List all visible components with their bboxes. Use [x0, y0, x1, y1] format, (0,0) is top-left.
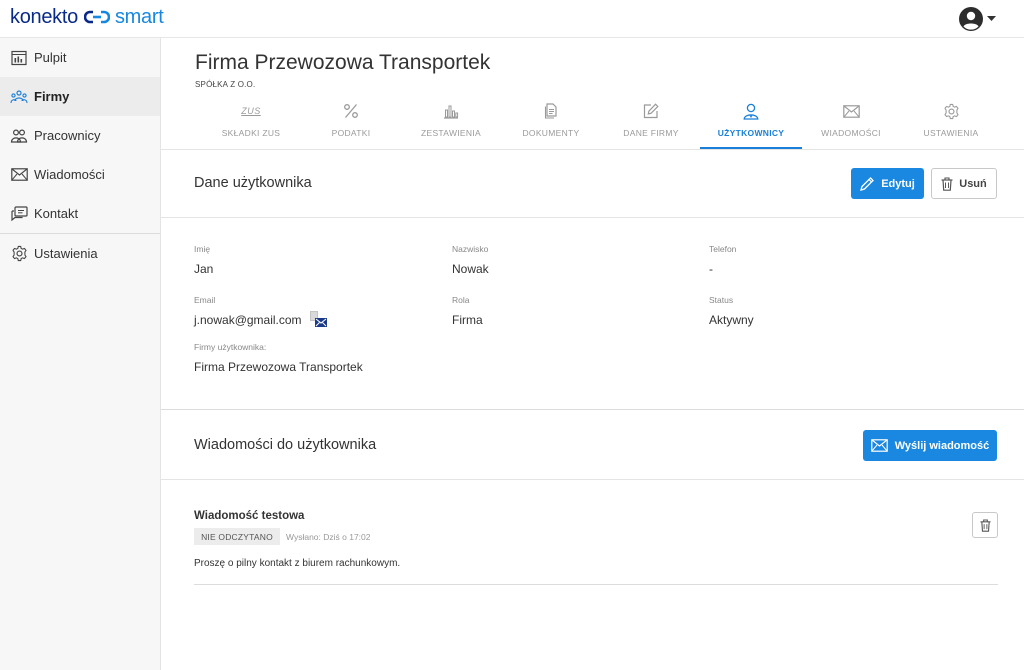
edit-icon — [643, 100, 659, 122]
gear-icon — [10, 245, 28, 263]
field-email: Email j.nowak@gmail.com — [194, 295, 328, 329]
messages-section-header: Wiadomości do użytkownika Wyślij wiadomo… — [161, 412, 1024, 480]
trash-icon — [941, 176, 953, 191]
field-status: Status Aktywny — [709, 295, 754, 327]
delete-message-button[interactable] — [972, 512, 998, 538]
tab-wiadomosci[interactable]: WIADOMOŚCI — [801, 100, 901, 149]
tab-zestawienia[interactable]: ZESTAWIENIA — [401, 100, 501, 149]
sidebar-item-ustawienia[interactable]: Ustawienia — [0, 234, 160, 273]
app-logo[interactable]: konekto smart — [10, 5, 164, 29]
trash-icon — [979, 518, 991, 532]
pencil-icon — [860, 176, 875, 191]
bar-chart-icon — [443, 100, 459, 122]
gear-icon — [943, 100, 960, 122]
tab-dane-firmy[interactable]: DANE FIRMY — [601, 100, 701, 149]
user-avatar-icon — [959, 7, 983, 31]
link-icon — [83, 10, 110, 24]
user-icon — [743, 100, 759, 122]
sidebar-item-label: Pracownicy — [34, 128, 101, 143]
user-section-header: Dane użytkownika Edytuj Usuń — [161, 150, 1024, 218]
message-sent-time: Wysłano: Dziś o 17:02 — [286, 532, 371, 542]
delete-button-label: Usuń — [959, 177, 987, 190]
field-first-name: Imię Jan — [194, 244, 214, 276]
company-tabs: ZUS SKŁADKI ZUS PODATKI ZESTAWIENIA DOKU… — [201, 100, 1001, 149]
message-title: Wiadomość testowa — [194, 510, 305, 522]
field-role: Rola Firma — [452, 295, 483, 327]
logo-text-smart: smart — [114, 5, 164, 28]
sidebar-item-label: Kontakt — [34, 206, 79, 221]
edit-button-label: Edytuj — [881, 177, 915, 190]
user-section-title: Dane użytkownika — [194, 175, 312, 191]
field-last-name: Nazwisko Nowak — [452, 244, 489, 276]
send-message-button[interactable]: Wyślij wiadomość — [863, 430, 997, 461]
envelope-icon — [870, 439, 888, 452]
sidebar-item-kontakt[interactable]: Kontakt — [0, 194, 160, 233]
field-phone: Telefon - — [709, 244, 737, 276]
tab-dokumenty[interactable]: DOKUMENTY — [501, 100, 601, 149]
sidebar-item-label: Firmy — [34, 89, 70, 104]
top-bar: konekto smart — [0, 0, 1024, 38]
delete-button[interactable]: Usuń — [931, 168, 997, 199]
zus-icon: ZUS — [241, 106, 261, 116]
tab-uzytkownicy[interactable]: UŻYTKOWNICY — [700, 100, 802, 149]
documents-icon — [544, 100, 558, 122]
field-user-companies: Firmy użytkownika: Firma Przewozowa Tran… — [194, 342, 363, 374]
user-menu[interactable] — [959, 7, 996, 31]
sidebar-item-label: Wiadomości — [34, 167, 105, 182]
edit-button[interactable]: Edytuj — [851, 168, 924, 199]
dashboard-icon — [10, 49, 28, 67]
companies-icon — [10, 88, 28, 106]
message-body: Proszę o pilny kontakt z biurem rachunko… — [194, 558, 401, 569]
tab-skladki-zus[interactable]: ZUS SKŁADKI ZUS — [201, 100, 301, 149]
tab-podatki[interactable]: PODATKI — [301, 100, 401, 149]
status-badge: NIE ODCZYTANO — [194, 528, 280, 545]
message-item: Wiadomość testowa NIE ODCZYTANO Wysłano:… — [194, 508, 998, 585]
sidebar-item-pracownicy[interactable]: Pracownicy — [0, 116, 160, 155]
tab-ustawienia[interactable]: USTAWIENIA — [901, 100, 1001, 149]
section-divider — [161, 409, 1024, 410]
company-type: SPÓŁKA Z O.O. — [195, 80, 256, 89]
employees-icon — [10, 127, 28, 145]
envelope-icon — [842, 100, 860, 122]
messages-section-title: Wiadomości do użytkownika — [194, 437, 377, 453]
sidebar-item-label: Ustawienia — [34, 246, 98, 261]
sidebar-item-pulpit[interactable]: Pulpit — [0, 38, 160, 77]
sidebar-item-firmy[interactable]: Firmy — [0, 77, 160, 116]
sidebar-item-label: Pulpit — [34, 50, 67, 65]
page-title: Firma Przewozowa Transportek — [195, 51, 491, 74]
percent-icon — [343, 100, 359, 122]
main-content: Firma Przewozowa Transportek SPÓŁKA Z O.… — [161, 38, 1024, 670]
sidebar-item-wiadomosci[interactable]: Wiadomości — [0, 155, 160, 194]
send-email-icon[interactable] — [314, 318, 327, 327]
send-message-label: Wyślij wiadomość — [894, 439, 990, 452]
envelope-icon — [10, 166, 28, 184]
contact-icon — [10, 205, 28, 223]
chevron-down-icon — [987, 16, 996, 22]
email-value: j.nowak@gmail.com — [194, 313, 302, 327]
sidebar: Pulpit Firmy Pracownicy Wiadomości Konta… — [0, 38, 161, 670]
logo-text-konekto: konekto — [10, 5, 78, 28]
